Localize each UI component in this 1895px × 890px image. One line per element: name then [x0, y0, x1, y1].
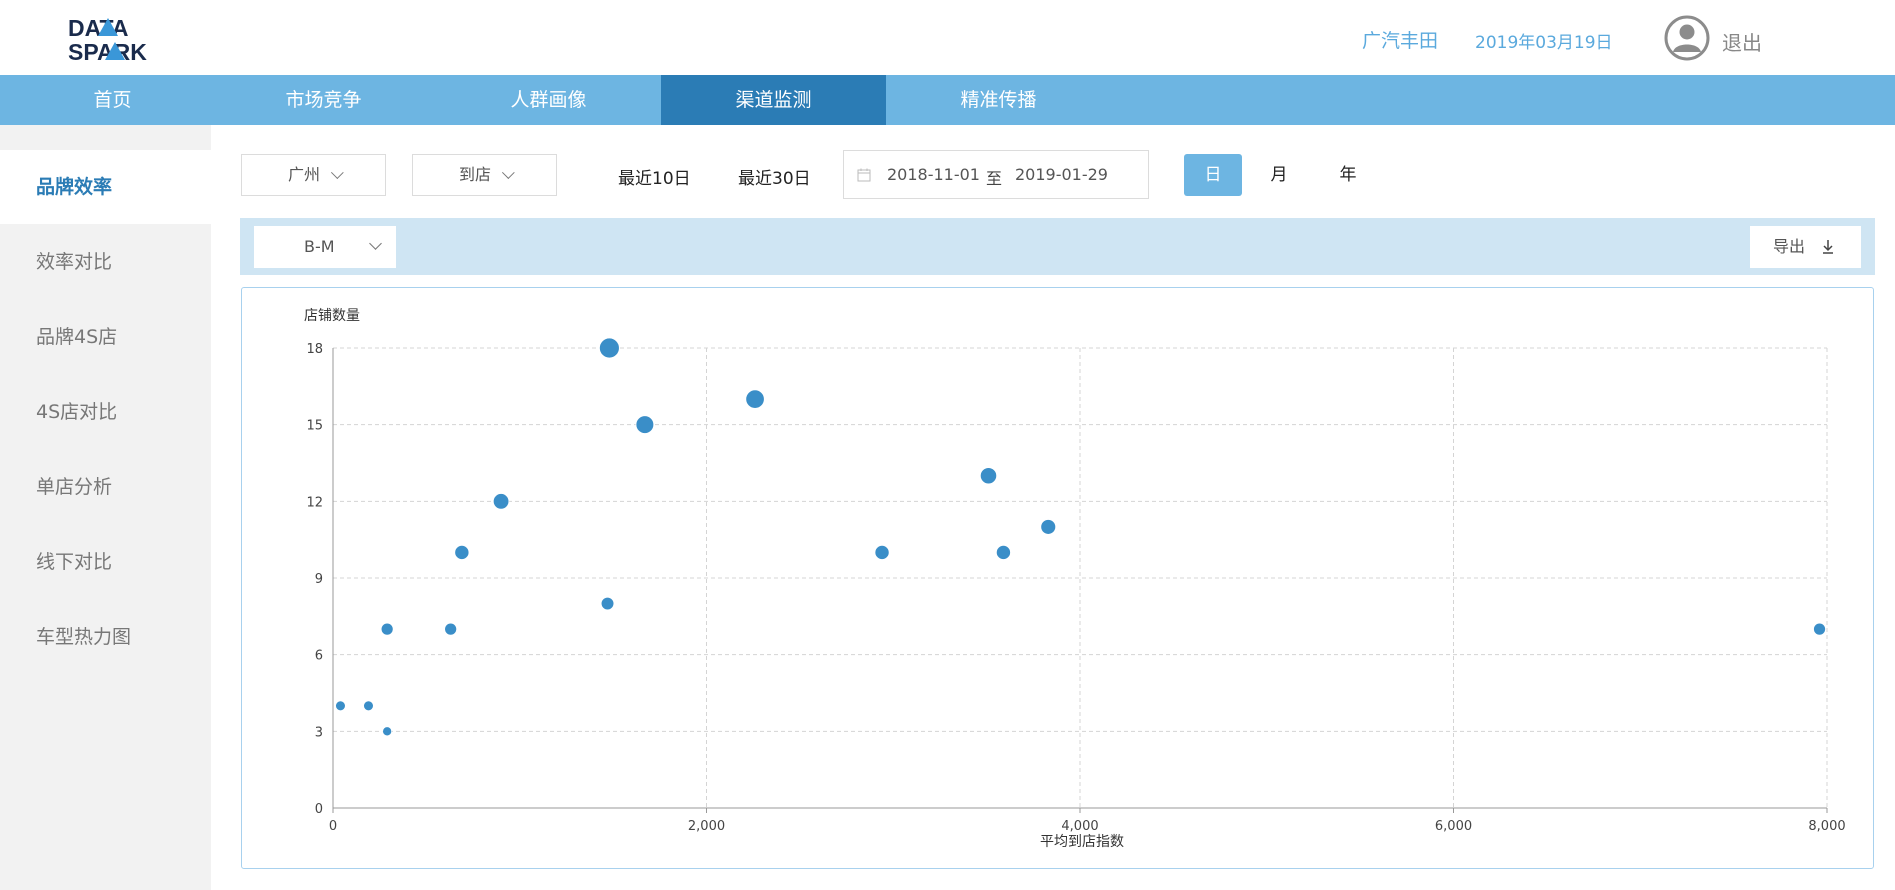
- city-select[interactable]: 广州: [241, 154, 386, 196]
- export-label: 导出: [1773, 237, 1806, 256]
- chevron-down-icon: [501, 166, 515, 180]
- main-nav: 首页 市场竞争 人群画像 渠道监测 精准传播: [0, 75, 1895, 125]
- scatter-point: [599, 337, 620, 359]
- datasparks-logo[interactable]: DATA SPARK: [66, 14, 162, 64]
- y-tick-label: 3: [315, 725, 323, 740]
- scatter-point: [454, 544, 470, 560]
- scatter-point: [745, 389, 765, 409]
- sidebar: 品牌效率 效率对比 品牌4S店 4S店对比 单店分析 线下对比 车型热力图: [0, 125, 211, 890]
- chart-canvas: 0 3 6 9 12 15 18 0 2,000 4,000 6,000 8,000 店铺数量 平均到…: [304, 308, 1846, 850]
- scatter-point: [380, 622, 394, 636]
- y-tick-label: 12: [306, 495, 323, 510]
- city-select-value: 广州: [287, 165, 320, 184]
- y-tick-label: 15: [306, 419, 323, 434]
- x-tick-label: 0: [329, 819, 337, 834]
- scatter-point: [979, 467, 998, 485]
- metric-select[interactable]: 到店: [412, 154, 557, 196]
- x-tick-label: 6,000: [1435, 819, 1472, 834]
- scatter-point: [444, 622, 458, 636]
- scatter-point: [1813, 622, 1826, 636]
- metric-select-value: 到店: [458, 165, 491, 184]
- x-tick-label: 8,000: [1808, 819, 1845, 834]
- sidebar-item-brand-efficiency[interactable]: 品牌效率: [0, 150, 211, 224]
- scatter-point: [600, 596, 615, 611]
- nav-item-home[interactable]: 首页: [0, 75, 225, 125]
- nav-item-market-competition[interactable]: 市场竞争: [211, 75, 436, 125]
- logout-button[interactable]: 退出: [1722, 27, 1762, 56]
- scatter-point: [995, 544, 1011, 560]
- last-30-days-button[interactable]: 最近30日: [738, 164, 811, 189]
- last-10-days-button[interactable]: 最近10日: [618, 164, 691, 189]
- current-date: 2019年03月19日: [1475, 33, 1613, 53]
- logo-line1: DATA: [68, 15, 128, 41]
- segment-select[interactable]: B-M: [254, 226, 396, 268]
- date-end[interactable]: 2019-01-29: [1015, 165, 1108, 184]
- granularity-year-button[interactable]: 年: [1319, 154, 1377, 196]
- export-button[interactable]: 导出: [1750, 226, 1861, 268]
- x-tick-label: 4,000: [1061, 819, 1098, 834]
- scatter-point: [382, 726, 393, 737]
- segment-select-value: B-M: [304, 237, 335, 256]
- granularity-day-button[interactable]: 日: [1184, 154, 1242, 196]
- date-separator: 至: [986, 169, 1003, 188]
- chevron-down-icon: [369, 237, 382, 250]
- date-start[interactable]: 2018-11-01: [887, 165, 980, 184]
- nav-item-audience-profile[interactable]: 人群画像: [436, 75, 661, 125]
- scatter-point: [635, 415, 655, 434]
- company-name: 广汽丰田: [1362, 30, 1439, 52]
- y-axis-label: 店铺数量: [304, 308, 360, 324]
- y-tick-label: 9: [315, 572, 323, 587]
- chevron-down-icon: [330, 166, 344, 180]
- y-tick-label: 6: [315, 649, 323, 664]
- download-icon: [1823, 240, 1833, 254]
- sidebar-item-offline-compare[interactable]: 线下对比: [0, 525, 211, 599]
- sidebar-item-model-heatmap[interactable]: 车型热力图: [0, 600, 211, 674]
- scatter-point: [363, 700, 374, 712]
- scatter-point: [874, 544, 890, 560]
- y-tick-label: 18: [306, 342, 323, 357]
- granularity-month-button[interactable]: 月: [1250, 154, 1308, 196]
- nav-item-channel-monitoring[interactable]: 渠道监测: [661, 75, 886, 125]
- y-tick-label: 0: [315, 802, 323, 817]
- sidebar-item-efficiency-compare[interactable]: 效率对比: [0, 225, 211, 299]
- x-tick-label: 2,000: [688, 819, 725, 834]
- scatter-chart: 0 3 6 9 12 15 18 0 2,000 4,000 6,000 8,000 店铺数量 平均到…: [241, 287, 1874, 869]
- date-range-picker[interactable]: 2018-11-01 至 2019-01-29: [843, 150, 1149, 199]
- sidebar-item-4s-compare[interactable]: 4S店对比: [0, 375, 211, 449]
- scatter-point: [492, 493, 510, 510]
- x-axis-label: 平均到店指数: [1040, 834, 1124, 850]
- logo-line2: SPARK: [68, 39, 147, 64]
- chart-toolbar: B-M 导出: [240, 218, 1875, 275]
- calendar-icon: [857, 168, 871, 182]
- sidebar-item-store-analysis[interactable]: 单店分析: [0, 450, 211, 524]
- user-avatar-icon[interactable]: [1664, 15, 1710, 61]
- sidebar-item-brand-4s[interactable]: 品牌4S店: [0, 300, 211, 374]
- nav-item-precision-marketing[interactable]: 精准传播: [886, 75, 1111, 125]
- app-header: DATA SPARK 广汽丰田 2019年03月19日 退出: [0, 0, 1895, 75]
- scatter-point: [1040, 519, 1057, 535]
- scatter-point: [335, 700, 346, 712]
